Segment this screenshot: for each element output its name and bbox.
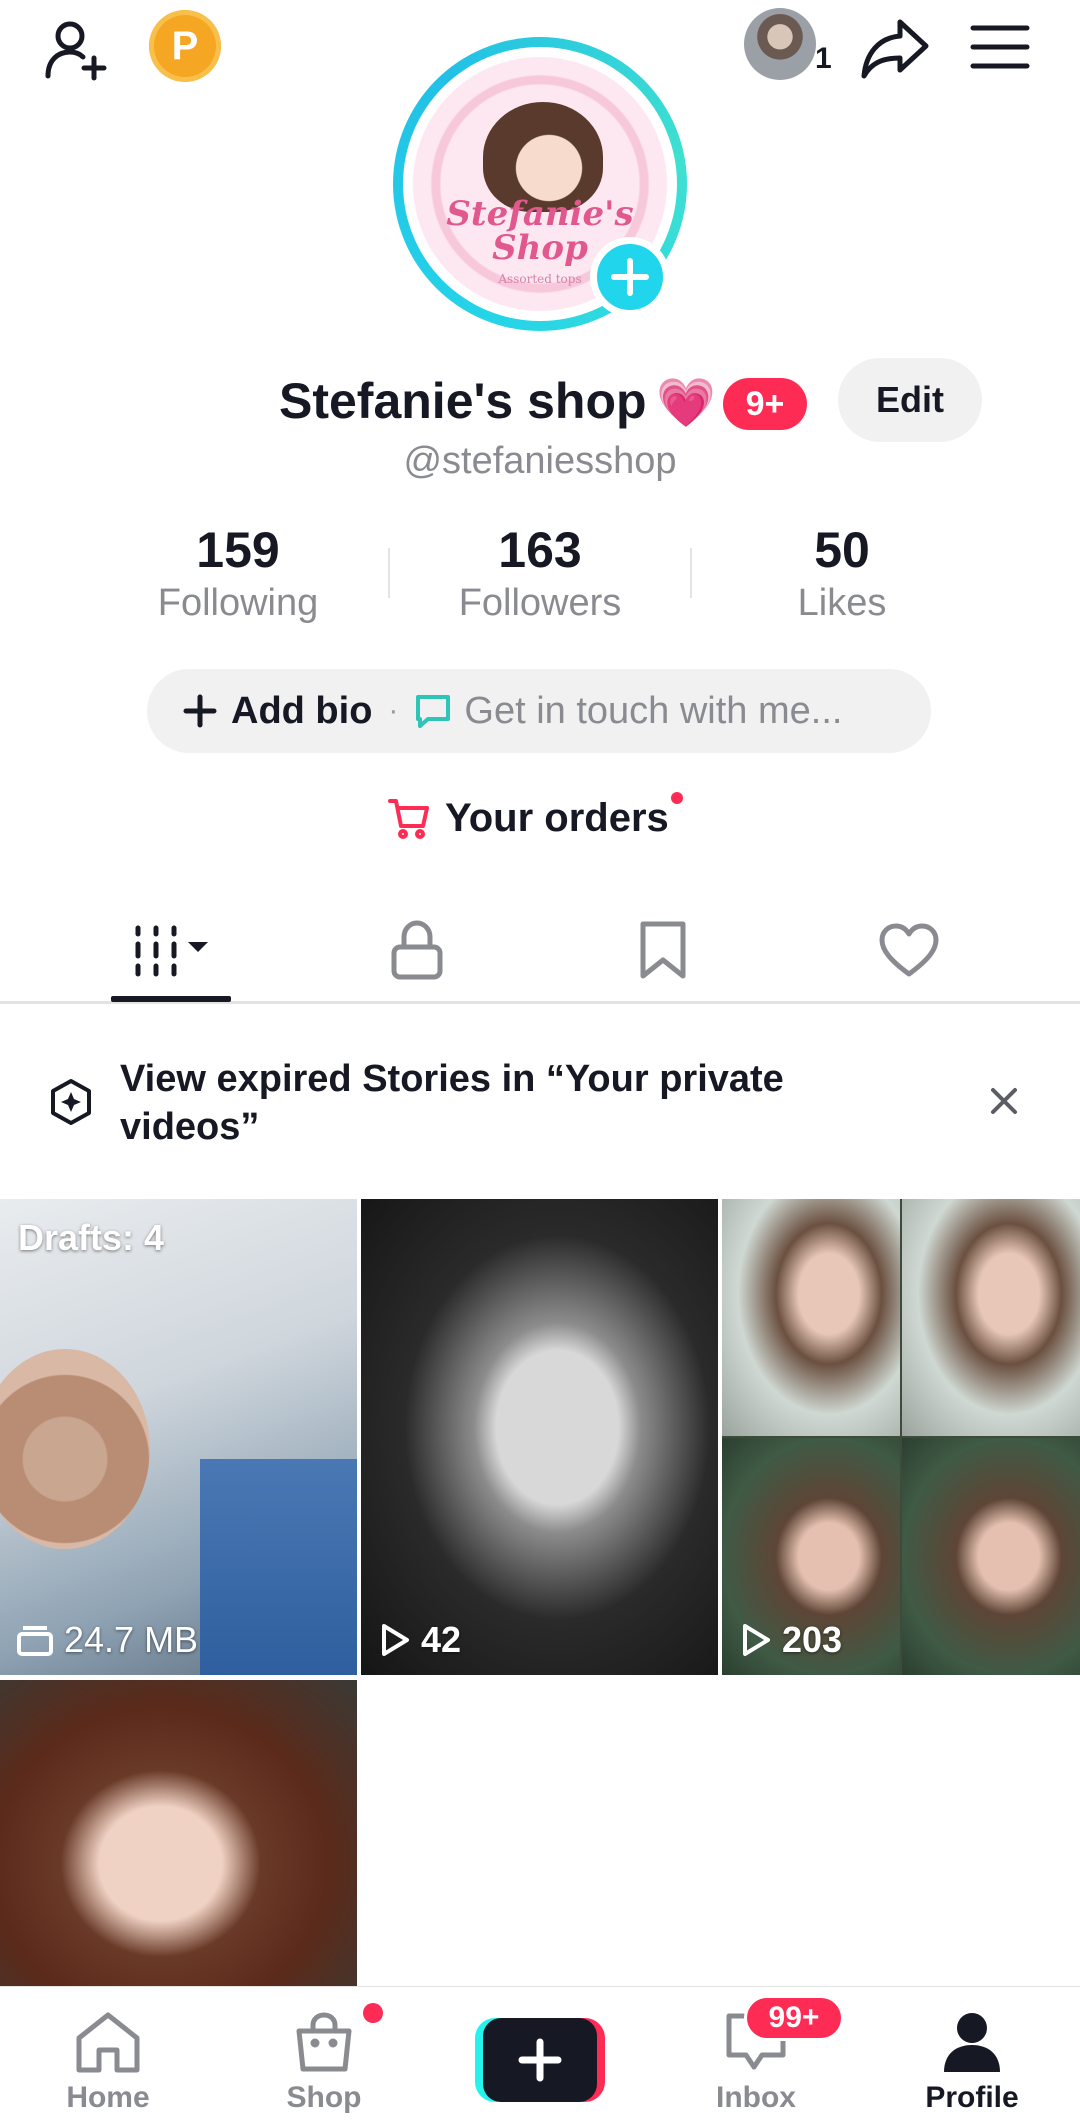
menu-icon[interactable]	[960, 12, 1040, 82]
collage-cell	[902, 1438, 1080, 1675]
thumbnail-bear-filter	[0, 1349, 150, 1549]
nav-home[interactable]: Home	[28, 1987, 188, 2120]
video-tile[interactable]: 203	[722, 1199, 1080, 1675]
your-orders-link[interactable]: Your orders	[387, 788, 683, 848]
add-bio-button[interactable]: Add bio	[231, 690, 372, 733]
edit-profile-button[interactable]: Edit	[838, 358, 982, 442]
plus-icon	[611, 258, 649, 296]
stat-following[interactable]: 159 Following	[118, 520, 358, 626]
collage-cell	[902, 1199, 1080, 1436]
play-icon	[382, 1624, 409, 1656]
drafts-size-value: 24.7 MB	[64, 1619, 199, 1660]
grid-columns-icon	[135, 925, 208, 977]
video-tile[interactable]	[0, 1680, 357, 1986]
stat-divider	[388, 548, 390, 598]
display-name: Stefanie's shop	[279, 373, 647, 429]
stat-value: 50	[814, 522, 870, 578]
tab-favorites[interactable]	[540, 900, 786, 1000]
shop-notification-dot	[363, 2003, 383, 2023]
stat-label: Likes	[797, 582, 887, 624]
close-icon[interactable]	[990, 1087, 1018, 1120]
drafts-stack-icon	[17, 1626, 53, 1656]
username: @stefaniesshop	[403, 440, 677, 482]
nav-shop-label: Shop	[286, 2081, 362, 2114]
nav-home-label: Home	[66, 2081, 150, 2114]
create-button-face	[483, 2018, 597, 2102]
view-count: 203	[740, 1619, 842, 1661]
profile-icon	[944, 2013, 1000, 2072]
story-sparkle-icon	[46, 1077, 96, 1132]
create-button[interactable]	[475, 2018, 605, 2102]
view-count: 42	[379, 1619, 461, 1661]
drafts-label: Drafts: 4	[18, 1217, 165, 1258]
bio-pill: Add bio · Get in touch with me...	[147, 669, 931, 753]
profile-visitor-count: 1	[815, 42, 832, 75]
share-icon[interactable]	[856, 8, 936, 88]
inbox-badge: 99+	[744, 1995, 844, 2041]
bookmark-icon	[640, 921, 686, 979]
banner-text: View expired Stories in “Your private vi…	[120, 1058, 784, 1148]
tab-liked[interactable]	[786, 900, 1032, 1000]
stat-followers[interactable]: 163 Followers	[420, 520, 660, 626]
plus-icon	[183, 694, 217, 728]
expired-stories-banner[interactable]: View expired Stories in “Your private vi…	[0, 1005, 1080, 1200]
nav-profile[interactable]: Profile	[892, 1987, 1052, 2120]
coin-label: P	[171, 23, 199, 68]
stat-value: 159	[196, 522, 280, 578]
stat-likes[interactable]: 50 Likes	[722, 520, 962, 626]
drafts-tile[interactable]: Drafts: 4 24.7 MB	[0, 1199, 357, 1675]
profile-tabs	[0, 900, 1080, 1004]
bio-separator: ·	[388, 694, 399, 727]
view-count-value: 203	[782, 1619, 843, 1660]
name-row: Stefanie's shop 💗 9+ Edit	[0, 358, 1080, 448]
tab-private[interactable]	[294, 900, 540, 1000]
profile-visitor-avatar[interactable]	[744, 8, 816, 80]
profile-stats: 159 Following 163 Followers 50 Likes	[0, 520, 1080, 630]
shopping-bag-icon	[296, 2012, 352, 2072]
nav-shop[interactable]: Shop	[244, 1987, 404, 2120]
message-bubble-icon	[416, 695, 451, 728]
heart-outline-icon	[879, 923, 939, 977]
play-icon	[743, 1624, 770, 1656]
drafts-size: 24.7 MB	[16, 1619, 198, 1661]
cart-icon	[388, 799, 429, 839]
coins-icon[interactable]: P	[149, 10, 221, 82]
add-story-button[interactable]	[590, 237, 670, 317]
view-count-value: 42	[421, 1619, 462, 1660]
thumbnail-shirt	[200, 1459, 357, 1675]
tab-videos[interactable]	[48, 900, 294, 1000]
stat-divider	[690, 548, 692, 598]
stat-label: Followers	[458, 582, 622, 624]
contact-button[interactable]: Get in touch with me...	[464, 690, 842, 733]
add-friend-icon[interactable]	[38, 10, 118, 90]
notification-badge[interactable]: 9+	[723, 378, 807, 430]
active-tab-indicator	[111, 996, 231, 1002]
orders-notification-dot	[670, 792, 683, 804]
heart-emoji: 💗	[656, 377, 716, 430]
plus-icon	[518, 2038, 562, 2082]
collage-cell	[722, 1199, 900, 1436]
home-icon	[76, 2012, 140, 2073]
video-tile[interactable]: 42	[361, 1199, 718, 1675]
lock-icon	[391, 920, 443, 980]
stat-value: 163	[498, 522, 582, 578]
orders-label: Your orders	[445, 795, 669, 840]
stat-label: Following	[157, 582, 319, 624]
nav-inbox-label: Inbox	[716, 2081, 796, 2114]
nav-profile-label: Profile	[925, 2081, 1019, 2114]
